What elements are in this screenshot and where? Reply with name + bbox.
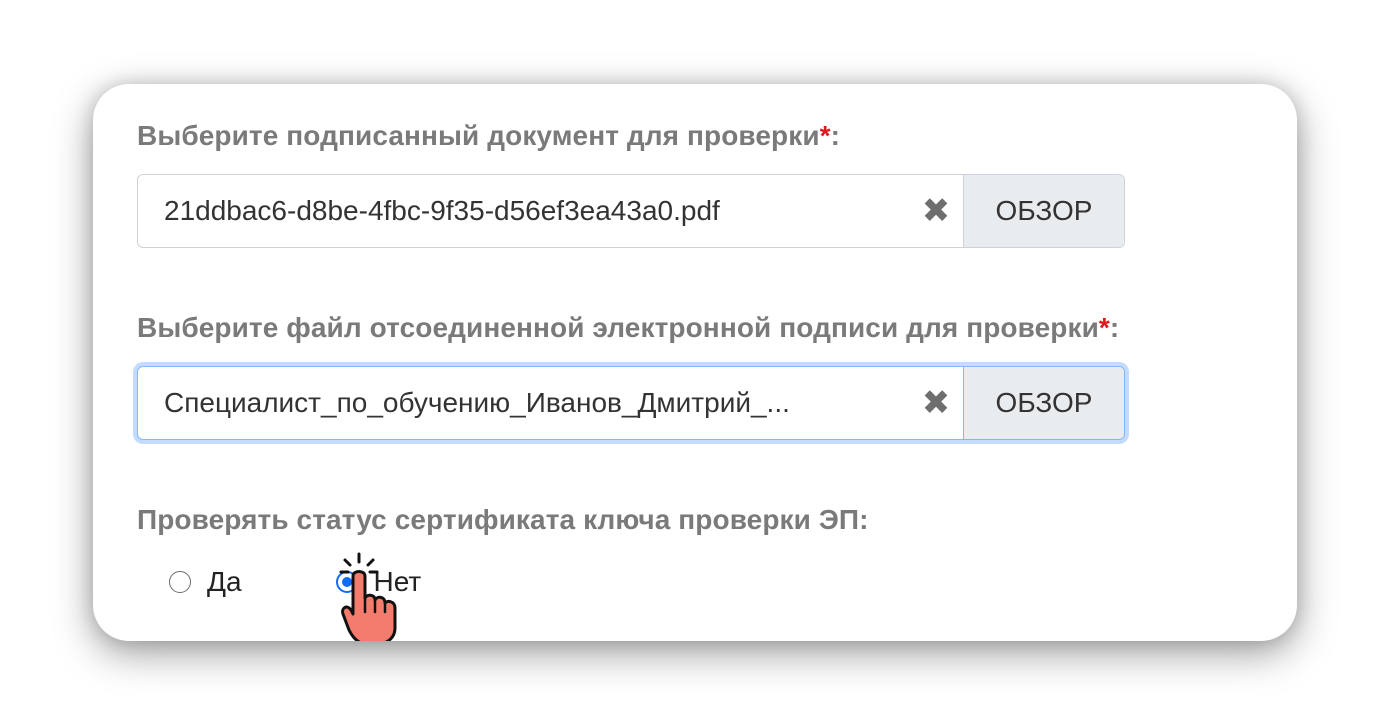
required-marker: *	[1098, 312, 1110, 343]
document-file-name[interactable]: 21ddbac6-d8be-4fbc-9f35-d56ef3ea43a0.pdf	[138, 175, 909, 247]
document-file-name-text: 21ddbac6-d8be-4fbc-9f35-d56ef3ea43a0.pdf	[164, 195, 720, 226]
radio-option-no[interactable]: Нет	[335, 566, 422, 598]
close-icon: ✖	[921, 384, 951, 422]
radio-yes-label: Да	[207, 566, 242, 597]
radio-no-label: Нет	[373, 566, 422, 597]
radio-option-yes[interactable]: Да	[169, 566, 242, 598]
signature-file-name[interactable]: Специалист_по_обучению_Иванов_Дмитрий_..…	[138, 367, 909, 439]
signature-clear-button[interactable]: ✖	[909, 367, 963, 439]
close-icon: ✖	[921, 192, 951, 230]
signature-file-name-text: Специалист_по_обучению_Иванов_Дмитрий_..…	[164, 387, 790, 418]
signature-file-input[interactable]: Специалист_по_обучению_Иванов_Дмитрий_..…	[137, 366, 1125, 440]
signature-label-text: Выберите файл отсоединенной электронной …	[137, 312, 1099, 343]
document-clear-button[interactable]: ✖	[909, 175, 963, 247]
status-check-radio-group: Да Нет	[169, 564, 421, 600]
signature-browse-button[interactable]: ОБЗОР	[963, 367, 1124, 439]
radio-no-circle[interactable]	[335, 571, 358, 593]
radio-yes-circle[interactable]	[169, 571, 191, 593]
required-marker: *	[819, 120, 831, 151]
label-colon: :	[830, 120, 841, 151]
label-colon: :	[1109, 312, 1120, 343]
signature-label: Выберите файл отсоединенной электронной …	[137, 312, 1119, 344]
document-file-input[interactable]: 21ddbac6-d8be-4fbc-9f35-d56ef3ea43a0.pdf…	[137, 174, 1125, 248]
document-browse-button[interactable]: ОБЗОР	[963, 175, 1124, 247]
verification-form-card: Выберите подписанный документ для провер…	[93, 84, 1297, 641]
status-check-label: Проверять статус сертификата ключа прове…	[137, 504, 869, 535]
document-label: Выберите подписанный документ для провер…	[137, 120, 840, 152]
document-label-text: Выберите подписанный документ для провер…	[137, 120, 820, 151]
